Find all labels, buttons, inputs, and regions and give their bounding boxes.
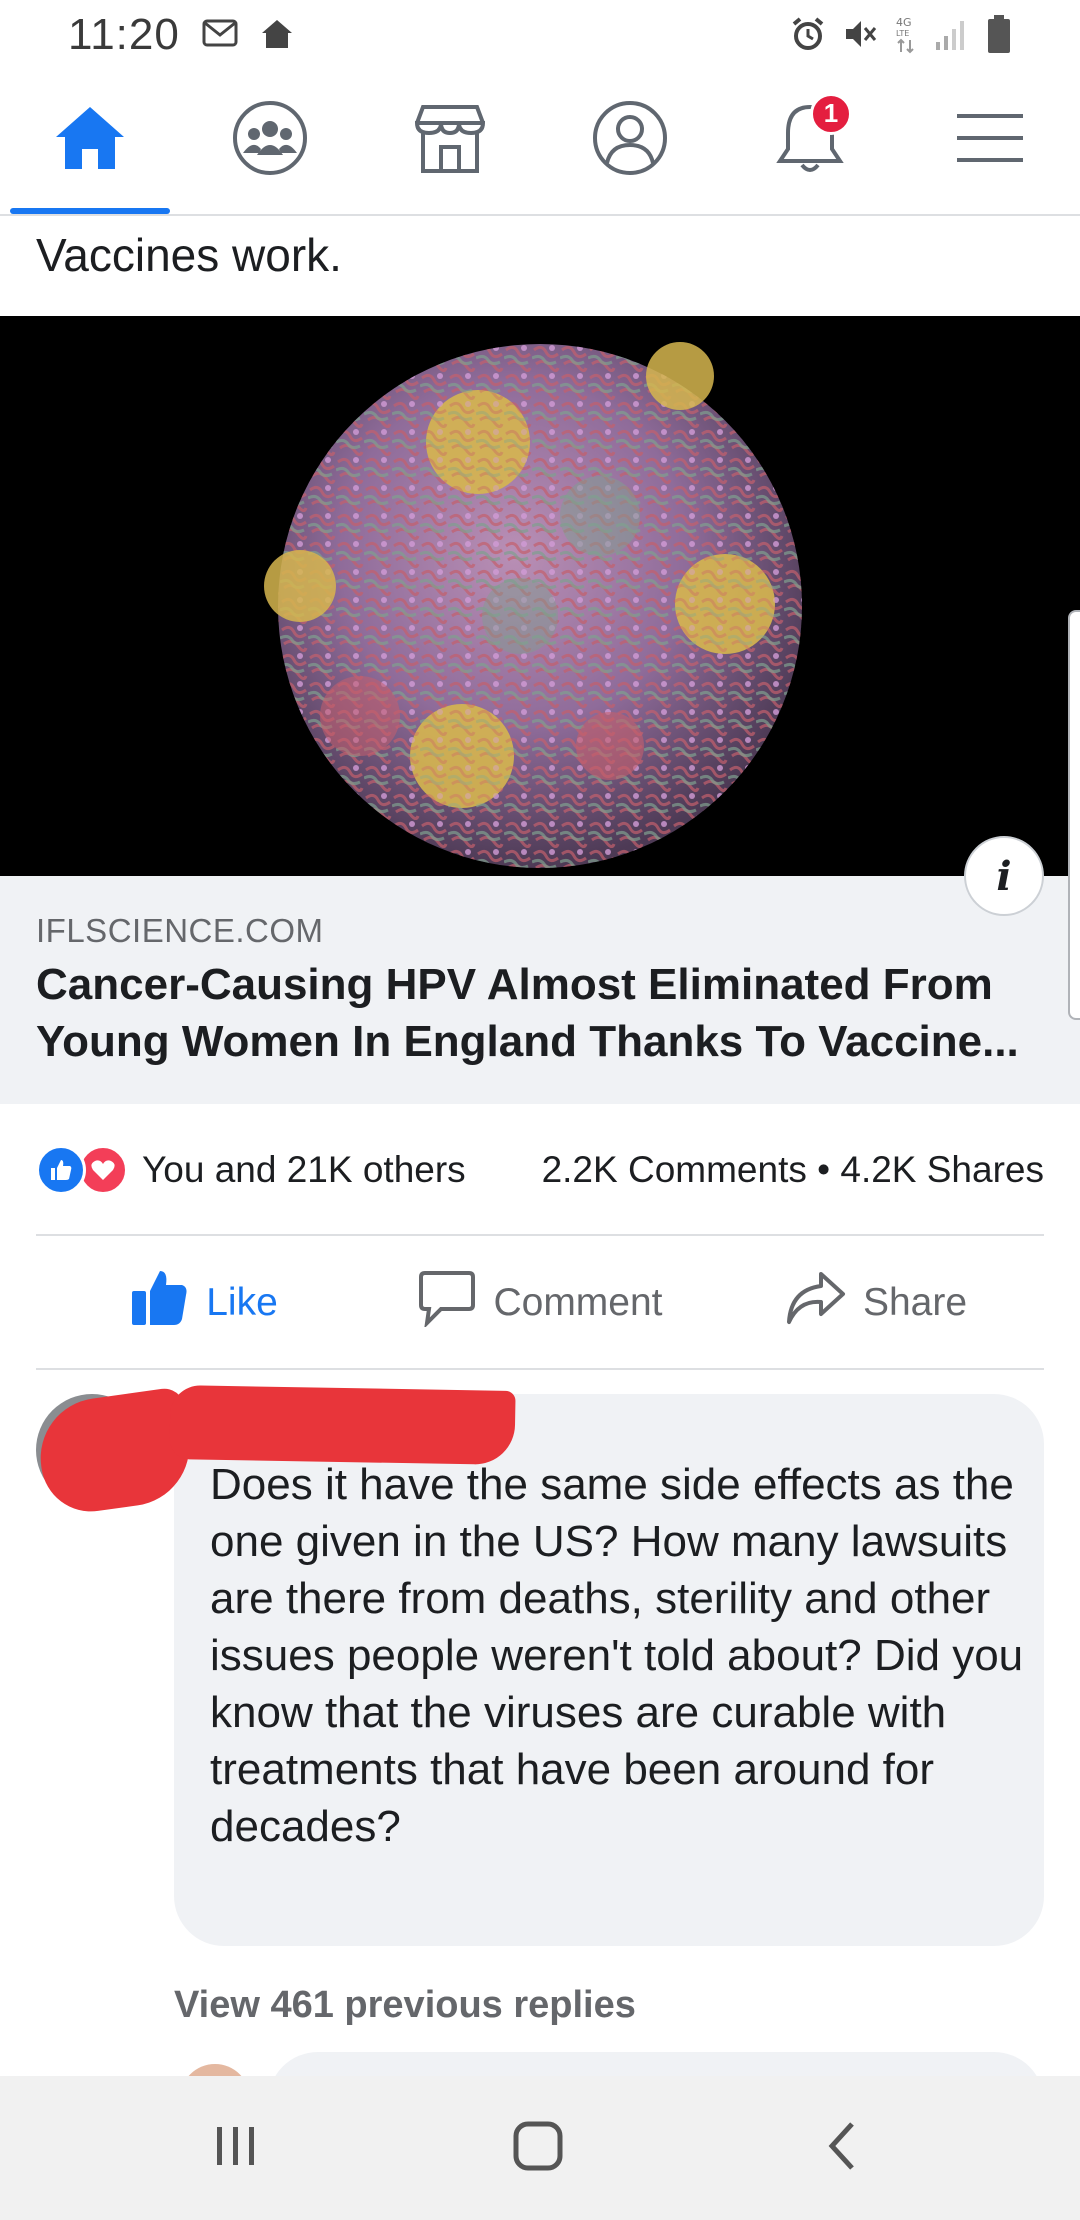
signal-icon	[934, 16, 970, 57]
status-bar: 11:20 4G LTE	[0, 0, 1080, 72]
divider-top	[36, 1234, 1044, 1236]
share-label: Share	[862, 1281, 968, 1324]
nav-home[interactable]	[48, 98, 132, 182]
nav-menu[interactable]	[948, 98, 1032, 182]
back-chevron-icon	[822, 2120, 862, 2177]
svg-text:LTE: LTE	[896, 29, 909, 38]
comment-text: Does it have the same side effects as th…	[210, 1460, 1024, 1851]
nav-notifications[interactable]: 1	[768, 92, 852, 182]
marketplace-icon	[411, 101, 489, 180]
mute-icon	[842, 16, 878, 57]
post-text: Vaccines work.	[36, 229, 342, 281]
home-notification-icon	[260, 18, 294, 55]
link-preview-image[interactable]	[0, 316, 1080, 876]
gmail-icon	[202, 18, 238, 55]
share-button[interactable]: Share	[708, 1238, 1044, 1368]
alarm-icon	[790, 16, 826, 57]
nav-marketplace[interactable]	[408, 98, 492, 182]
link-title: Cancer-Causing HPV Almost Eliminated Fro…	[36, 960, 1019, 1066]
top-navigation: 1	[0, 72, 1080, 216]
home-icon	[52, 103, 128, 178]
virus-illustration	[264, 342, 802, 868]
link-preview[interactable]: IFLSCIENCE.COM Cancer-Causing HPV Almost…	[0, 876, 1080, 1104]
comment-icon	[417, 1269, 477, 1337]
home-button[interactable]	[508, 2120, 568, 2176]
info-button[interactable]: i	[964, 836, 1044, 916]
svg-text:4G: 4G	[896, 16, 912, 29]
reactions-bar[interactable]: You and 21K others 2.2K Comments • 4.2K …	[36, 1140, 1044, 1200]
comment-bubble[interactable]: Does it have the same side effects as th…	[174, 1394, 1044, 1946]
post-actions: Like Comment Share	[36, 1238, 1044, 1368]
groups-icon	[231, 99, 309, 182]
notification-badge: 1	[810, 92, 852, 135]
thumbs-up-icon	[130, 1269, 190, 1337]
comments-shares-count[interactable]: 2.2K Comments • 4.2K Shares	[542, 1149, 1044, 1191]
bell-icon: 1	[774, 92, 852, 182]
like-label: Like	[206, 1281, 278, 1324]
nav-active-indicator	[10, 208, 170, 214]
reaction-summary: You and 21K others	[142, 1149, 466, 1190]
system-navigation-bar	[0, 2076, 1080, 2220]
redaction-mark-name	[169, 1384, 516, 1466]
info-icon: i	[996, 852, 1012, 900]
link-domain: IFLSCIENCE.COM	[36, 912, 324, 949]
status-time: 11:20	[68, 10, 180, 59]
hamburger-menu-icon	[955, 108, 1025, 173]
home-square-icon	[512, 2120, 564, 2177]
network-4g-icon: 4G LTE	[894, 14, 918, 59]
recent-apps-icon	[211, 2123, 261, 2174]
share-icon	[785, 1270, 847, 1336]
back-button[interactable]	[812, 2120, 872, 2176]
profile-icon	[591, 99, 669, 182]
nav-profile[interactable]	[588, 98, 672, 182]
comment-button[interactable]: Comment	[372, 1238, 708, 1368]
nav-groups[interactable]	[228, 98, 312, 182]
scroll-handle[interactable]	[1068, 610, 1080, 1020]
recent-apps-button[interactable]	[206, 2120, 266, 2176]
divider-bottom	[36, 1368, 1044, 1370]
view-previous-replies-link[interactable]: View 461 previous replies	[174, 1984, 636, 2027]
like-reaction-icon	[36, 1145, 86, 1195]
comment-label: Comment	[493, 1281, 663, 1324]
battery-icon	[986, 14, 1012, 59]
like-button[interactable]: Like	[36, 1238, 372, 1368]
